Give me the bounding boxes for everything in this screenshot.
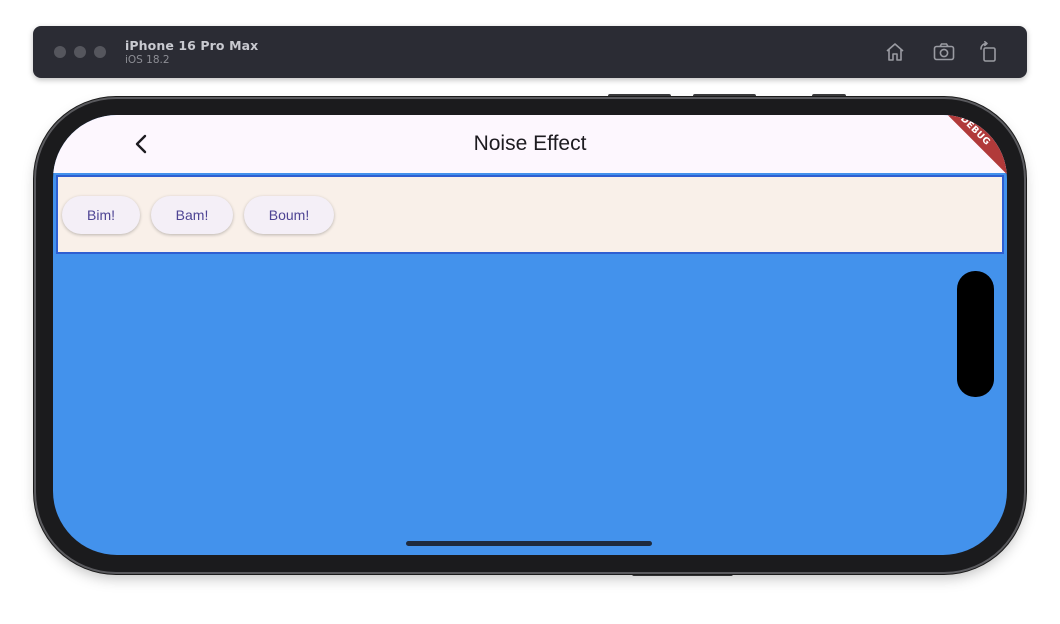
device-frame: Noise Effect DEBUG Bim! Bam! Boum! (36, 99, 1024, 572)
home-icon (886, 43, 904, 61)
app-screen: Noise Effect DEBUG Bim! Bam! Boum! (53, 115, 1007, 555)
screenshot-icon (933, 43, 955, 61)
rotate-icon (980, 41, 996, 62)
dynamic-island (957, 271, 994, 397)
device-name: iPhone 16 Pro Max (125, 38, 259, 53)
boum-button[interactable]: Boum! (244, 196, 334, 234)
screenshot-button[interactable] (932, 40, 956, 64)
os-version: iOS 18.2 (125, 54, 170, 66)
bam-button[interactable]: Bam! (151, 196, 233, 234)
bim-button[interactable]: Bim! (62, 196, 140, 234)
app-bar: Noise Effect DEBUG (53, 115, 1007, 180)
rotate-button[interactable] (977, 40, 1001, 64)
simulator-toolbar: iPhone 16 Pro Max iOS 18.2 (33, 26, 1027, 78)
home-indicator[interactable] (406, 541, 652, 546)
page-title: Noise Effect (473, 132, 587, 155)
button-panel: Bim! Bam! Boum! (56, 175, 1004, 254)
close-window-button[interactable] (54, 46, 66, 58)
zoom-window-button[interactable] (94, 46, 106, 58)
minimize-window-button[interactable] (74, 46, 86, 58)
home-button[interactable] (883, 40, 907, 64)
simulator-stage: iPhone 16 Pro Max iOS 18.2 Noise Effect … (0, 0, 1060, 624)
